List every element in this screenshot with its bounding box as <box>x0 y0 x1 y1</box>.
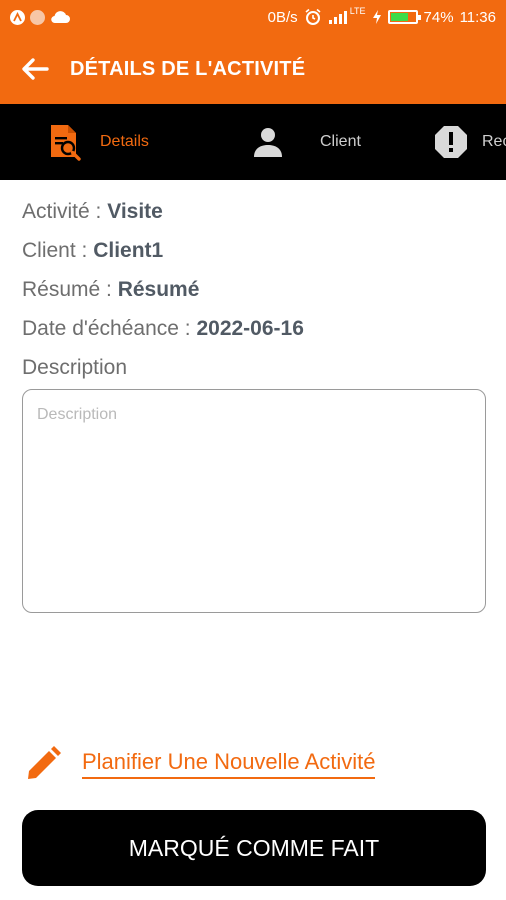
summary-value: Résumé <box>117 278 200 301</box>
tab-details[interactable]: Details <box>48 104 149 180</box>
page-title: DÉTAILS DE L'ACTIVITÉ <box>70 57 306 80</box>
summary-label: Résumé : <box>22 278 118 301</box>
person-icon <box>254 128 282 157</box>
alarm-icon <box>305 8 321 25</box>
tab-rec-label: Rec <box>482 133 506 150</box>
app-notification-icon <box>10 9 25 25</box>
status-bar: 0B/s LTE 74% 11:36 <box>0 0 506 34</box>
due-date-label: Date d'échéance : <box>22 317 197 340</box>
due-date-value: 2022-06-16 <box>196 317 304 340</box>
pencil-icon <box>28 746 61 779</box>
cloud-icon <box>51 11 70 24</box>
due-date-row: Date d'échéance : 2022-06-16 <box>22 312 304 351</box>
mark-done-label: MARQUÉ COMME FAIT <box>128 834 380 861</box>
document-search-icon <box>51 125 81 161</box>
tab-rec[interactable]: Rec <box>434 104 506 180</box>
battery-percent: 74% <box>423 8 454 26</box>
clock: 11:36 <box>459 8 496 26</box>
charging-icon <box>372 10 381 24</box>
alert-circle-icon <box>435 126 467 158</box>
client-row: Client : Client1 <box>22 234 304 273</box>
description-field-container <box>22 389 486 613</box>
activity-label: Activité : <box>22 200 108 223</box>
activity-row: Activité : Visite <box>22 195 304 234</box>
notification-dot-icon <box>30 9 45 25</box>
arrow-left-icon <box>22 58 49 80</box>
battery-level <box>390 13 409 21</box>
client-label: Client : <box>22 239 94 262</box>
app-bar: DÉTAILS DE L'ACTIVITÉ <box>0 34 506 104</box>
description-heading: Description <box>22 356 128 379</box>
back-button[interactable] <box>0 34 70 104</box>
summary-row: Résumé : Résumé <box>22 273 304 312</box>
plan-new-activity-label: Planifier Une Nouvelle Activité <box>82 749 376 779</box>
plan-new-activity-link[interactable]: Planifier Une Nouvelle Activité <box>24 745 376 783</box>
tab-client[interactable]: Client <box>252 104 361 180</box>
network-type: LTE <box>349 6 366 16</box>
mark-done-button[interactable]: MARQUÉ COMME FAIT <box>22 810 486 886</box>
tab-bar: Details Client Rec <box>0 104 506 180</box>
signal-icon <box>328 11 347 24</box>
tab-details-label: Details <box>100 133 149 150</box>
tab-client-label: Client <box>320 133 361 150</box>
activity-value: Visite <box>107 200 163 223</box>
network-speed: 0B/s <box>267 8 298 26</box>
activity-details: Activité : Visite Client : Client1 Résum… <box>22 195 304 390</box>
battery-icon <box>387 10 421 24</box>
client-value: Client1 <box>93 239 164 262</box>
description-input[interactable] <box>37 406 471 596</box>
